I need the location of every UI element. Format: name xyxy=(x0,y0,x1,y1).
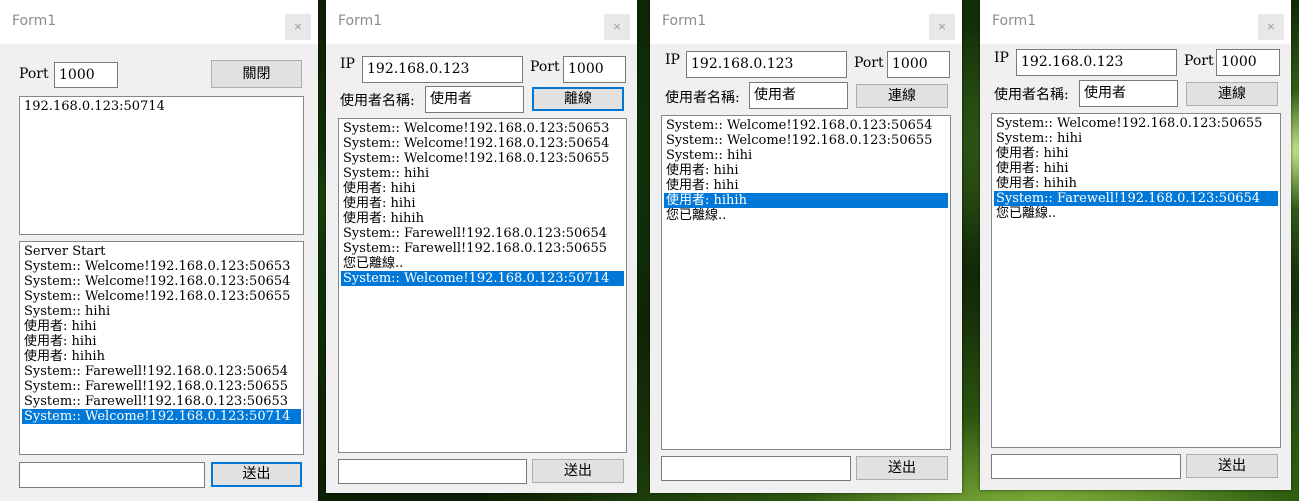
port-input[interactable]: 1000 xyxy=(1216,49,1280,76)
list-item[interactable]: System:: hihi xyxy=(664,148,948,163)
list-item[interactable]: 使用者: hihih xyxy=(22,349,301,364)
window-title: Form1 xyxy=(662,13,707,29)
list-item[interactable]: 您已離線.. xyxy=(341,256,624,271)
list-item-selected[interactable]: 使用者: hihih xyxy=(664,193,948,208)
connect-toggle-button[interactable]: 連線 xyxy=(856,84,948,108)
list-item[interactable]: System:: Welcome!192.168.0.123:50653 xyxy=(341,121,624,136)
close-icon[interactable]: × xyxy=(285,14,311,40)
list-item[interactable]: Server Start xyxy=(22,244,301,259)
close-icon[interactable]: × xyxy=(929,14,955,40)
port-label: Port xyxy=(1184,53,1214,69)
title-bar[interactable]: Form1 × xyxy=(0,0,318,44)
ip-input[interactable]: 192.168.0.123 xyxy=(686,51,847,78)
username-label: 使用者名稱: xyxy=(665,90,740,106)
list-item[interactable]: System:: Farewell!192.168.0.123:50655 xyxy=(22,379,301,394)
port-label: Port xyxy=(854,55,884,71)
list-item[interactable]: 使用者: hihi xyxy=(664,178,948,193)
message-input[interactable] xyxy=(991,454,1181,479)
list-item[interactable]: 使用者: hihih xyxy=(341,211,624,226)
send-button[interactable]: 送出 xyxy=(1186,454,1278,478)
list-item[interactable]: System:: hihi xyxy=(341,166,624,181)
message-input[interactable] xyxy=(661,456,851,481)
ip-label: IP xyxy=(665,52,680,68)
port-input[interactable]: 1000 xyxy=(887,51,950,78)
client-list[interactable]: 192.168.0.123:50714 xyxy=(19,96,304,235)
list-item[interactable]: 使用者: hihi xyxy=(994,161,1278,176)
list-item[interactable]: System:: Welcome!192.168.0.123:50654 xyxy=(22,274,301,289)
list-item[interactable]: System:: Welcome!192.168.0.123:50655 xyxy=(22,289,301,304)
list-item[interactable]: 您已離線.. xyxy=(664,208,948,223)
message-input[interactable] xyxy=(338,459,527,484)
server-window: Form1 × Port 1000 關閉 192.168.0.123:50714… xyxy=(0,0,318,501)
list-item[interactable]: 您已離線.. xyxy=(994,206,1278,221)
list-item[interactable]: System:: hihi xyxy=(994,131,1278,146)
send-button[interactable]: 送出 xyxy=(211,462,302,487)
client-window-2: Form1 × IP 192.168.0.123 Port 1000 使用者名稱… xyxy=(650,0,962,493)
list-item-selected[interactable]: System:: Welcome!192.168.0.123:50714 xyxy=(22,409,301,424)
port-input[interactable]: 1000 xyxy=(54,62,118,88)
port-label: Port xyxy=(19,66,49,82)
list-item[interactable]: System:: Welcome!192.168.0.123:50655 xyxy=(341,151,624,166)
list-item[interactable]: 使用者: hihi xyxy=(22,334,301,349)
list-item[interactable]: 使用者: hihi xyxy=(341,181,624,196)
ip-label: IP xyxy=(994,50,1009,66)
port-input[interactable]: 1000 xyxy=(563,56,626,83)
list-item-selected[interactable]: System:: Farewell!192.168.0.123:50654 xyxy=(994,191,1278,206)
list-item[interactable]: System:: Farewell!192.168.0.123:50655 xyxy=(341,241,624,256)
ip-input[interactable]: 192.168.0.123 xyxy=(362,56,523,83)
ip-input[interactable]: 192.168.0.123 xyxy=(1016,49,1177,76)
close-icon[interactable]: × xyxy=(1258,14,1284,40)
list-item[interactable]: 192.168.0.123:50714 xyxy=(22,99,301,114)
window-title: Form1 xyxy=(992,13,1037,29)
title-bar[interactable]: Form1 × xyxy=(650,0,962,44)
client-window-3: Form1 × IP 192.168.0.123 Port 1000 使用者名稱… xyxy=(980,0,1291,490)
username-input[interactable]: 使用者 xyxy=(749,82,848,109)
title-bar[interactable]: Form1 × xyxy=(980,0,1291,44)
window-title: Form1 xyxy=(338,13,383,29)
port-label: Port xyxy=(530,59,560,75)
ip-label: IP xyxy=(340,56,355,72)
list-item[interactable]: System:: Welcome!192.168.0.123:50654 xyxy=(341,136,624,151)
send-button[interactable]: 送出 xyxy=(532,459,624,483)
chat-log-list[interactable]: System:: Welcome!192.168.0.123:50653 Sys… xyxy=(338,118,627,453)
list-item[interactable]: 使用者: hihi xyxy=(341,196,624,211)
list-item[interactable]: 使用者: hihih xyxy=(994,176,1278,191)
list-item[interactable]: 使用者: hihi xyxy=(994,146,1278,161)
close-server-button[interactable]: 關閉 xyxy=(211,60,302,88)
list-item[interactable]: System:: Welcome!192.168.0.123:50654 xyxy=(664,118,948,133)
connect-toggle-button[interactable]: 離線 xyxy=(532,87,624,111)
message-input[interactable] xyxy=(19,462,205,488)
server-log-list[interactable]: Server Start System:: Welcome!192.168.0.… xyxy=(19,241,304,455)
window-title: Form1 xyxy=(12,13,57,29)
list-item[interactable]: System:: Farewell!192.168.0.123:50653 xyxy=(22,394,301,409)
username-label: 使用者名稱: xyxy=(994,87,1069,103)
title-bar[interactable]: Form1 × xyxy=(326,0,637,44)
list-item[interactable]: System:: hihi xyxy=(22,304,301,319)
chat-log-list[interactable]: System:: Welcome!192.168.0.123:50654 Sys… xyxy=(661,115,951,450)
client-window-1: Form1 × IP 192.168.0.123 Port 1000 使用者名稱… xyxy=(326,0,637,493)
username-input[interactable]: 使用者 xyxy=(1079,80,1178,107)
username-input[interactable]: 使用者 xyxy=(425,86,524,113)
list-item[interactable]: 使用者: hihi xyxy=(22,319,301,334)
username-label: 使用者名稱: xyxy=(340,93,415,109)
list-item[interactable]: System:: Farewell!192.168.0.123:50654 xyxy=(341,226,624,241)
send-button[interactable]: 送出 xyxy=(856,456,948,480)
list-item[interactable]: System:: Welcome!192.168.0.123:50655 xyxy=(664,133,948,148)
close-icon[interactable]: × xyxy=(604,14,630,40)
list-item-selected[interactable]: System:: Welcome!192.168.0.123:50714 xyxy=(341,271,624,286)
list-item[interactable]: System:: Farewell!192.168.0.123:50654 xyxy=(22,364,301,379)
connect-toggle-button[interactable]: 連線 xyxy=(1186,82,1278,106)
list-item[interactable]: System:: Welcome!192.168.0.123:50653 xyxy=(22,259,301,274)
list-item[interactable]: 使用者: hihi xyxy=(664,163,948,178)
list-item[interactable]: System:: Welcome!192.168.0.123:50655 xyxy=(994,116,1278,131)
chat-log-list[interactable]: System:: Welcome!192.168.0.123:50655 Sys… xyxy=(991,113,1281,448)
